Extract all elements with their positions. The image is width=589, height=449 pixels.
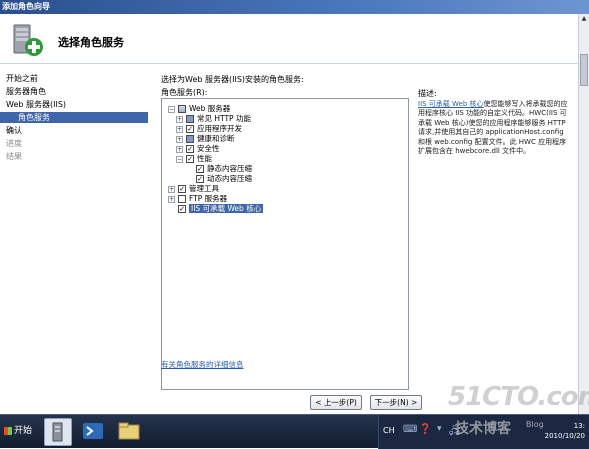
checkbox[interactable]: ✓ xyxy=(196,175,204,183)
expand-icon[interactable]: + xyxy=(176,115,183,123)
description-label: 描述: xyxy=(418,89,437,98)
add-roles-wizard-icon xyxy=(8,22,44,58)
more-info-link[interactable]: 有关角色服务的详细信息 xyxy=(161,359,244,370)
expand-icon[interactable]: + xyxy=(168,195,175,203)
wizard-header: 选择角色服务 xyxy=(0,14,578,64)
window-scrollbar[interactable]: ▲ xyxy=(578,14,589,414)
sidebar-item-role-services[interactable]: 角色服务 xyxy=(0,112,148,123)
powershell-icon[interactable] xyxy=(80,418,108,446)
windows-logo-icon xyxy=(4,426,12,435)
tree-item-label: FTP 服务器 xyxy=(189,194,228,203)
tree-item-label: 应用程序开发 xyxy=(197,124,242,133)
section-label: 选择为Web 服务器(IIS)安装的角色服务: xyxy=(161,75,304,84)
checkbox[interactable]: ✓ xyxy=(178,185,186,193)
next-button[interactable]: 下一步(N) > xyxy=(370,395,422,410)
sidebar-item-web-server[interactable]: Web 服务器(IIS) xyxy=(6,99,66,110)
sidebar-item-label: 确认 xyxy=(6,126,22,135)
tree-item-web-server[interactable]: − Web 服务器 xyxy=(168,104,230,114)
window-title: 添加角色向导 xyxy=(2,2,50,11)
tree-item-label: 动态内容压缩 xyxy=(207,174,252,183)
checkbox[interactable]: ✓ xyxy=(186,145,194,153)
clock-date: 2010/10/20 xyxy=(544,432,585,440)
tree-item-dynamic-compression[interactable]: ✓ 动态内容压缩 xyxy=(196,174,252,184)
checkbox[interactable] xyxy=(186,115,194,123)
tree-item-static-compression[interactable]: ✓ 静态内容压缩 xyxy=(196,164,252,174)
wizard-content: 选择为Web 服务器(IIS)安装的角色服务: 角色服务(R): − Web 服务… xyxy=(148,65,578,412)
checkbox[interactable]: ✓ xyxy=(178,205,186,213)
tree-item-label: 安全性 xyxy=(197,144,220,153)
keyboard-icon[interactable]: ⌨ xyxy=(403,424,417,435)
expand-icon[interactable]: + xyxy=(168,185,175,193)
collapse-icon[interactable]: − xyxy=(168,105,175,113)
tree-item-label: 健康和诊断 xyxy=(197,134,235,143)
tree-item-management-tools[interactable]: + ✓ 管理工具 xyxy=(168,184,219,194)
sidebar-item-label: 进度 xyxy=(6,139,22,148)
expand-icon[interactable]: + xyxy=(176,125,183,133)
sidebar-item-label: 服务器角色 xyxy=(6,87,46,96)
tree-item-security[interactable]: + ✓ 安全性 xyxy=(176,144,220,154)
sidebar-item-before-you-begin[interactable]: 开始之前 xyxy=(6,73,38,84)
tree-item-app-dev[interactable]: + ✓ 应用程序开发 xyxy=(176,124,242,134)
sidebar-item-results: 结果 xyxy=(6,151,22,162)
checkbox[interactable] xyxy=(178,195,186,203)
expand-icon[interactable]: + xyxy=(176,145,183,153)
description-body: 使您能够写入将承载您的应用程序核心 IIS 功能的自定义代码。HWC(IIS 可… xyxy=(418,100,568,156)
tree-item-performance[interactable]: − ✓ 性能 xyxy=(176,154,212,164)
description-text: IIS 可承载 Web 核心使您能够写入将承载您的应用程序核心 IIS 功能的自… xyxy=(418,100,570,156)
description-link[interactable]: IIS 可承载 Web 核心 xyxy=(418,100,484,108)
sidebar-item-label: 结果 xyxy=(6,152,22,161)
role-services-tree[interactable]: − Web 服务器 + 常见 HTTP 功能 + ✓ 应用程序开发 + 健康和诊断 + ✓ 安… xyxy=(161,98,409,390)
page-title: 选择角色服务 xyxy=(58,36,124,49)
language-indicator[interactable]: CH xyxy=(383,426,395,435)
start-button[interactable]: 开始 xyxy=(0,420,38,443)
sidebar-item-confirmation[interactable]: 确认 xyxy=(6,125,22,136)
scroll-thumb[interactable] xyxy=(580,54,588,86)
role-services-label: 角色服务(R): xyxy=(161,88,208,97)
watermark-text: 技术博客 xyxy=(455,421,511,437)
tree-item-label: 性能 xyxy=(197,154,212,163)
checkbox[interactable]: ✓ xyxy=(186,125,194,133)
checkbox[interactable] xyxy=(186,135,194,143)
tree-item-iis-hostable-web-core[interactable]: ✓ IIS 可承载 Web 核心 xyxy=(178,204,264,214)
tree-item-label: 常见 HTTP 功能 xyxy=(197,114,251,123)
sidebar-item-label: Web 服务器(IIS) xyxy=(6,100,67,109)
checkbox[interactable] xyxy=(178,105,186,113)
help-icon[interactable]: ❓ xyxy=(419,424,431,435)
tree-item-ftp-server[interactable]: + FTP 服务器 xyxy=(168,194,227,204)
collapse-icon[interactable]: − xyxy=(176,155,183,163)
checkbox[interactable]: ✓ xyxy=(186,155,194,163)
previous-button[interactable]: < 上一步(P) xyxy=(310,395,362,410)
scroll-up-icon[interactable]: ▲ xyxy=(579,14,589,24)
tray-arrow-icon[interactable]: ▾ xyxy=(437,424,442,434)
window-title-bar[interactable]: 添加角色向导 xyxy=(0,0,589,14)
tree-item-label: 管理工具 xyxy=(189,184,219,193)
watermark-blog: Blog xyxy=(526,420,544,429)
tree-item-health-diagnostics[interactable]: + 健康和诊断 xyxy=(176,134,235,144)
explorer-folder-icon[interactable] xyxy=(116,418,144,446)
tree-item-label: Web 服务器 xyxy=(189,104,231,113)
wizard-steps-sidebar: 开始之前 服务器角色 Web 服务器(IIS) 角色服务 确认 进度 结果 xyxy=(0,65,148,412)
checkbox[interactable]: ✓ xyxy=(196,165,204,173)
sidebar-item-progress: 进度 xyxy=(6,138,22,149)
tree-item-label: IIS 可承载 Web 核心 xyxy=(189,204,264,213)
server-manager-icon[interactable] xyxy=(44,418,72,446)
sidebar-item-server-roles[interactable]: 服务器角色 xyxy=(6,86,46,97)
start-label: 开始 xyxy=(14,426,33,436)
sidebar-item-label: 角色服务 xyxy=(18,113,50,122)
tree-item-common-http[interactable]: + 常见 HTTP 功能 xyxy=(176,114,251,124)
tree-item-label: 静态内容压缩 xyxy=(207,164,252,173)
sidebar-item-label: 开始之前 xyxy=(6,74,38,83)
watermark-logo: 51CTO.com xyxy=(448,382,589,412)
expand-icon[interactable]: + xyxy=(176,135,183,143)
